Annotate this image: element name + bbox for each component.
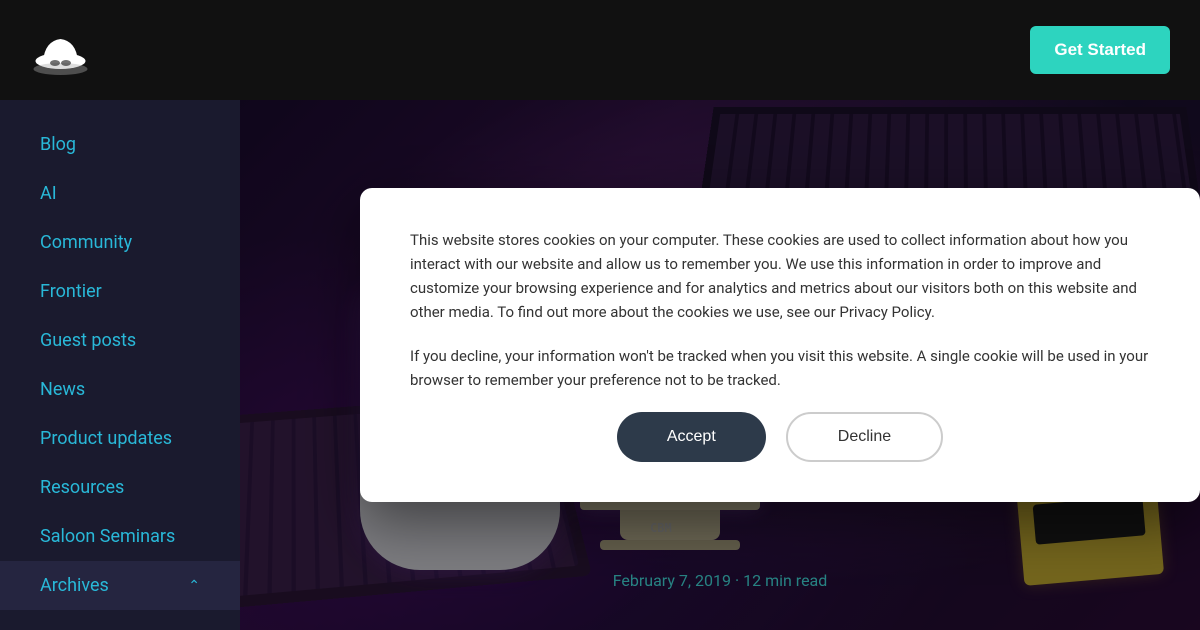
header: Get Started [0,0,1200,100]
chevron-up-icon: ⌃ [188,578,200,594]
sidebar-item-blog[interactable]: Blog [0,120,240,169]
sidebar-item-frontier[interactable]: Frontier [0,267,240,316]
cookie-text-1: This website stores cookies on your comp… [410,228,1150,324]
sidebar-item-guest-posts[interactable]: Guest posts [0,316,240,365]
sidebar-item-news[interactable]: News [0,365,240,414]
main-content: CBM February 7, 2019 · 12 min read This … [240,100,1200,630]
sidebar-item-archives[interactable]: Archives ⌃ [0,561,240,610]
logo-icon [30,20,90,80]
cookie-text-2: If you decline, your information won't b… [410,344,1150,392]
decline-button[interactable]: Decline [786,412,943,462]
get-started-button[interactable]: Get Started [1030,26,1170,74]
accept-button[interactable]: Accept [617,412,766,462]
sidebar-item-resources[interactable]: Resources [0,463,240,512]
sidebar-item-saloon-seminars[interactable]: Saloon Seminars [0,512,240,561]
sidebar-item-ai[interactable]: AI [0,169,240,218]
sidebar-item-product-updates[interactable]: Product updates [0,414,240,463]
archives-label: Archives [40,575,109,596]
cookie-modal: This website stores cookies on your comp… [360,188,1200,502]
logo-area [30,20,90,80]
sidebar-item-community[interactable]: Community [0,218,240,267]
sidebar: Blog AI Community Frontier Guest posts N… [0,100,240,630]
modal-backdrop: This website stores cookies on your comp… [240,100,1200,630]
cookie-buttons: Accept Decline [410,412,1150,462]
